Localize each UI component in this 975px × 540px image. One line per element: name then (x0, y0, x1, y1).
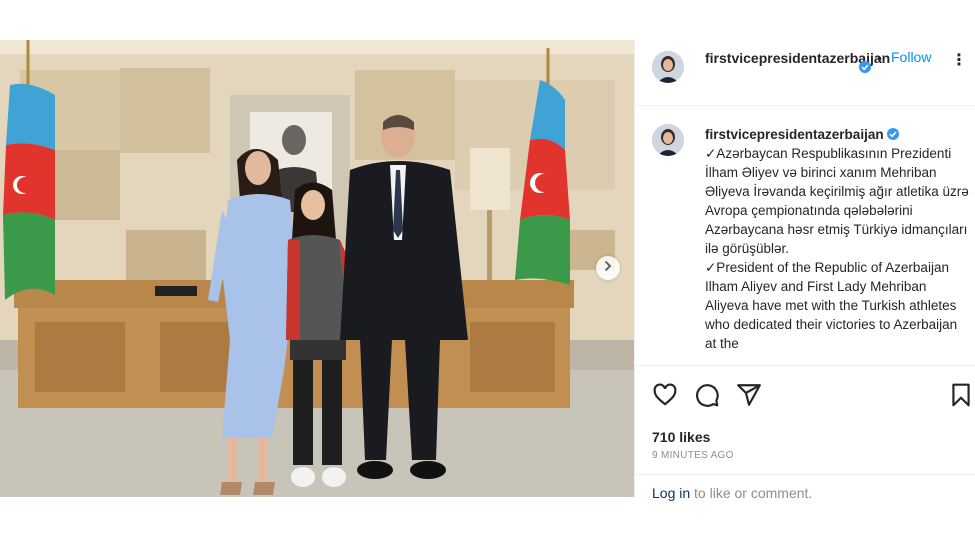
caption-text: ✓Azərbaycan Respublikasının Prezidenti İ… (705, 146, 969, 351)
header-separator: • (877, 50, 882, 66)
caption-body: firstvicepresidentazerbaijan ✓Azərbaycan… (705, 125, 970, 353)
heart-icon[interactable] (652, 382, 678, 408)
chevron-right-icon (602, 259, 614, 277)
share-icon[interactable] (736, 382, 762, 408)
bookmark-icon[interactable] (948, 382, 974, 408)
post-header: firstvicepresidentazerbaijan • Follow ⋮ (635, 40, 975, 106)
post-actions: 710 likes 9 MINUTES AGO Log in to like o… (635, 365, 975, 501)
header-username[interactable]: firstvicepresidentazerbaijan (705, 49, 890, 68)
photo-scene (0, 40, 634, 497)
follow-button[interactable]: Follow (891, 49, 931, 65)
verified-badge-icon (887, 128, 900, 140)
instagram-post: firstvicepresidentazerbaijan • Follow ⋮ … (0, 40, 975, 501)
post-timestamp[interactable]: 9 MINUTES AGO (652, 450, 734, 461)
login-link[interactable]: Log in (652, 485, 690, 501)
avatar[interactable] (652, 124, 684, 156)
caption-username[interactable]: firstvicepresidentazerbaijan (705, 127, 884, 142)
post-photo[interactable] (0, 40, 634, 497)
more-options-icon[interactable]: ⋮ (951, 50, 968, 70)
post-caption: firstvicepresidentazerbaijan ✓Azərbaycan… (635, 107, 975, 365)
post-sidebar: firstvicepresidentazerbaijan • Follow ⋮ … (634, 40, 975, 501)
login-prompt: Log in to like or comment. (635, 474, 975, 501)
avatar[interactable] (652, 51, 684, 83)
verified-badge-icon (859, 61, 871, 73)
likes-count[interactable]: 710 likes (652, 429, 710, 445)
comment-icon[interactable] (694, 382, 720, 408)
next-photo-button[interactable] (596, 256, 620, 280)
login-prompt-text: to like or comment. (690, 485, 813, 501)
